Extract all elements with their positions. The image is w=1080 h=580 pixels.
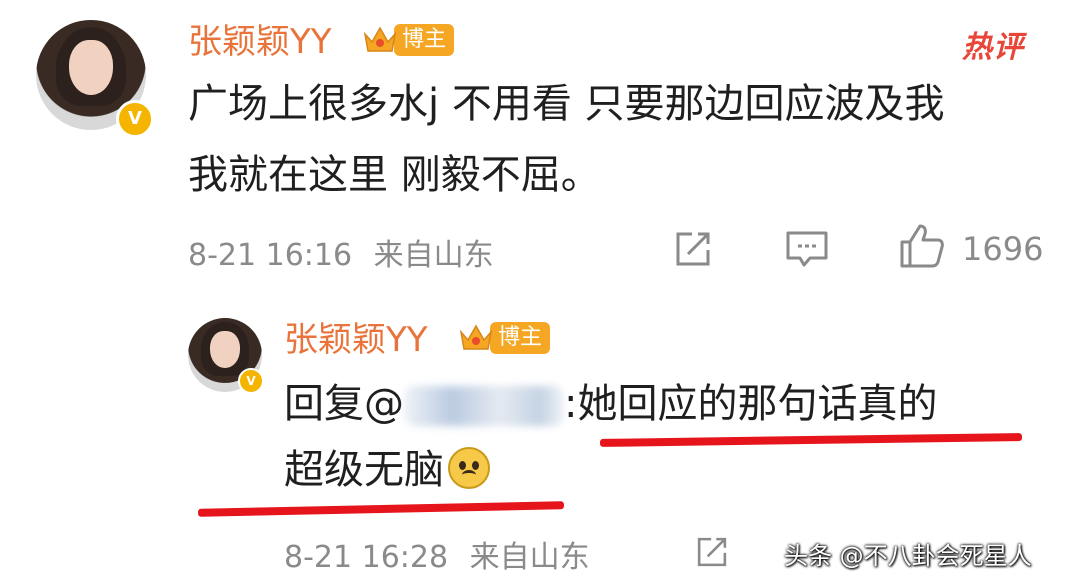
- avatar-face: [69, 39, 113, 95]
- blogger-badge: 博主: [362, 24, 455, 56]
- reply-share-icon[interactable]: [694, 534, 730, 570]
- like-count: 1696: [962, 230, 1044, 268]
- like-icon[interactable]: [898, 222, 946, 270]
- reply-text-line2: 超级无脑: [284, 440, 490, 500]
- crown-icon: [458, 322, 494, 354]
- reply-blogger-badge: 博主: [458, 322, 551, 354]
- reply-suffix: :她回应的那句话真的: [564, 381, 938, 427]
- crown-icon: [362, 24, 398, 56]
- comment-timestamp: 8-21 16:16: [188, 238, 353, 273]
- watermark: 头条 @不八卦会死星人: [784, 542, 1032, 570]
- blurred-mention: [404, 386, 564, 426]
- underline-1: [599, 433, 1023, 447]
- reply-location: 来自山东: [469, 540, 590, 575]
- reply-timestamp: 8-21 16:28: [284, 540, 449, 575]
- comment-location: 来自山东: [373, 238, 494, 273]
- comment-username[interactable]: 张颖颖YY: [188, 22, 332, 62]
- sad-emoji-icon: [448, 447, 490, 489]
- avatar-face: [210, 331, 240, 369]
- verified-icon: V: [238, 368, 264, 394]
- share-icon[interactable]: [672, 228, 714, 270]
- reply-text-line1: 回复@ :她回应的那句话真的: [284, 374, 937, 434]
- avatar[interactable]: V: [36, 20, 154, 138]
- underline-2: [197, 501, 565, 517]
- comment-icon[interactable]: [784, 228, 830, 270]
- comment-meta: 8-21 16:16 来自山东: [188, 230, 494, 274]
- reply-prefix: 回复@: [284, 381, 404, 427]
- comment-text-line2: 我就在这里 刚毅不屈。: [188, 152, 601, 198]
- reply-username[interactable]: 张颖颖YY: [284, 320, 428, 360]
- reply-meta: 8-21 16:28 来自山东: [284, 532, 590, 576]
- comment-text-line1: 广场上很多水j 不用看 只要那边回应波及我: [188, 81, 945, 127]
- blogger-badge-label: 博主: [490, 322, 551, 354]
- reply-avatar[interactable]: V: [188, 318, 264, 394]
- blogger-badge-label: 博主: [394, 24, 455, 56]
- verified-icon: V: [116, 100, 154, 138]
- hot-comment-label: 热评: [962, 30, 1024, 65]
- reply-line2-text: 超级无脑: [284, 447, 444, 493]
